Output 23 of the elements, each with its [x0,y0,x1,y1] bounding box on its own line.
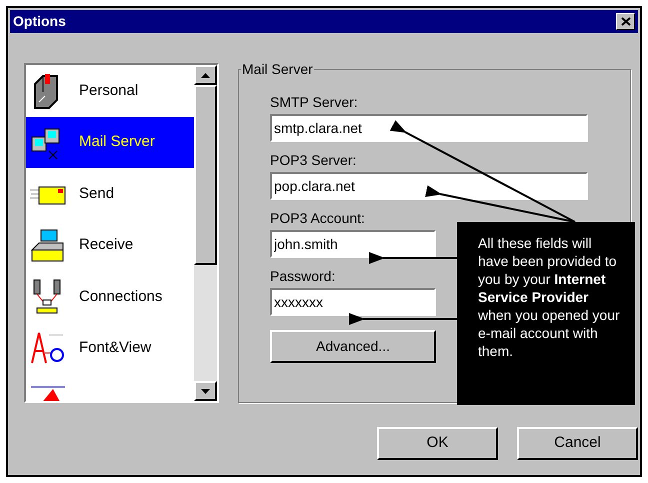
dialog-button[interactable]: Cancel [517,427,638,460]
callout-note: All these fields will have been provided to you by your Internet Service Provider when you opened your e-mail account with them. [457,222,635,405]
text-field[interactable]: pop.clara.net [270,172,588,200]
down-arrow-icon [201,388,210,394]
field-label: SMTP Server: [270,94,358,110]
close-button[interactable] [616,13,635,30]
scroll-thumb[interactable] [194,85,217,265]
field-label: POP3 Server: [270,152,356,168]
field-label: Password: [270,268,336,284]
close-icon [620,17,630,26]
text-field[interactable]: smtp.clara.net [270,114,588,142]
up-arrow-icon [201,72,210,78]
text-field[interactable]: xxxxxxx [270,288,436,316]
scroll-up-button[interactable] [194,65,217,85]
category-item[interactable]: Mail Server [26,116,194,168]
window-title: Options [13,12,66,31]
text-field[interactable]: john.smith [270,230,436,258]
group-title: Mail Server [241,61,314,77]
scroll-down-button[interactable] [194,381,217,401]
field-label: POP3 Account: [270,210,365,226]
scrollbar[interactable] [194,65,217,401]
dialog-button[interactable]: OK [377,427,498,460]
advanced-button[interactable]: Advanced... [270,330,436,363]
